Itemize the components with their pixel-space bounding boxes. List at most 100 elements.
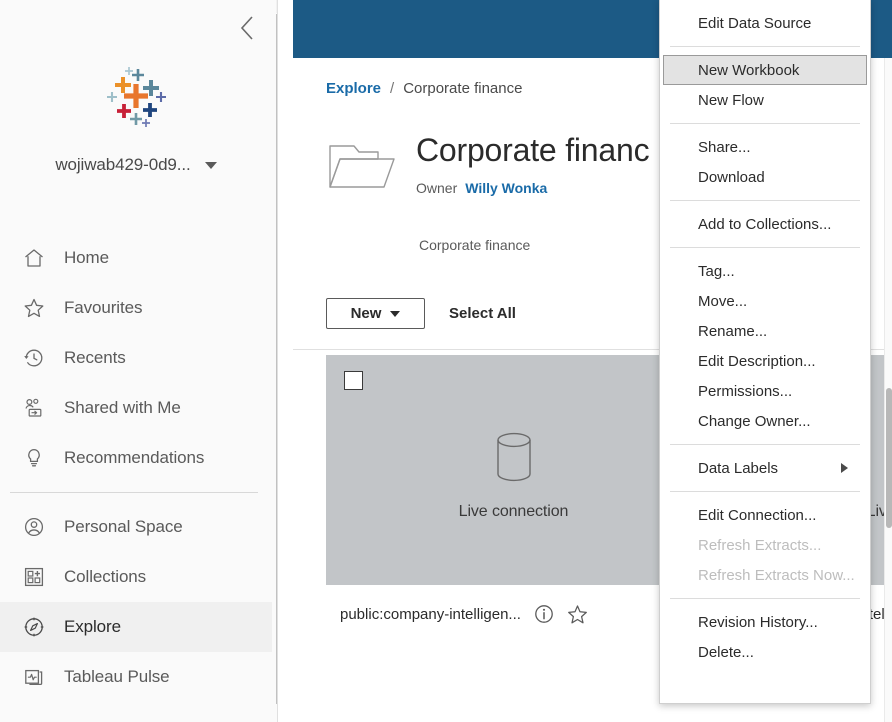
menu-item-refresh-extracts: Refresh Extracts... <box>660 530 870 560</box>
menu-item-label: Delete... <box>698 643 754 661</box>
sidebar-item-explore[interactable]: Explore <box>0 602 272 652</box>
sidebar-item-home[interactable]: Home <box>0 233 272 283</box>
sidebar-item-tableau-pulse[interactable]: Tableau Pulse <box>0 652 272 702</box>
owner-name-link[interactable]: Willy Wonka <box>465 180 547 196</box>
menu-item-download[interactable]: Download <box>660 162 870 192</box>
sidebar-item-favourites[interactable]: Favourites <box>0 283 272 333</box>
menu-separator <box>670 200 860 201</box>
sidebar-item-label: Recents <box>64 348 126 367</box>
menu-item-label: Edit Connection... <box>698 506 817 524</box>
menu-item-label: Share... <box>698 138 751 156</box>
star-outline-icon[interactable] <box>567 603 589 625</box>
menu-item-refresh-extracts-now: Refresh Extracts Now... <box>660 560 870 590</box>
sidebar: wojiwab429-0d9... Home Favourites Recent… <box>0 0 278 722</box>
page-title: Corporate financ <box>416 132 650 168</box>
menu-item-label: Revision History... <box>698 613 818 631</box>
menu-item-new-flow[interactable]: New Flow <box>660 85 870 115</box>
breadcrumb-explore-link[interactable]: Explore <box>326 80 381 97</box>
sidebar-item-label: Personal Space <box>64 517 183 536</box>
card-thumbnail[interactable]: Live connection <box>326 355 701 585</box>
menu-item-new-workbook[interactable]: New Workbook <box>663 55 867 85</box>
sidebar-item-label: Recommendations <box>64 448 205 467</box>
menu-item-add-to-collections[interactable]: Add to Collections... <box>660 209 870 239</box>
chevron-left-icon <box>239 15 255 41</box>
sidebar-item-personal-space[interactable]: Personal Space <box>0 502 272 552</box>
collapse-sidebar-button[interactable] <box>233 14 261 42</box>
person-circle-icon <box>22 515 46 539</box>
sidebar-item-label: Explore <box>64 617 121 636</box>
caret-down-icon <box>390 310 401 317</box>
menu-item-label: Edit Data Source <box>698 14 812 32</box>
menu-separator <box>670 491 860 492</box>
menu-item-label: Data Labels <box>698 459 779 477</box>
project-header: Corporate financ Owner Willy Wonka <box>326 130 650 200</box>
sidebar-item-shared-with-me[interactable]: Shared with Me <box>0 383 272 433</box>
sidebar-item-recents[interactable]: Recents <box>0 333 272 383</box>
select-all-button[interactable]: Select All <box>449 305 516 322</box>
compass-icon <box>22 615 46 639</box>
info-circle-icon[interactable] <box>533 603 555 625</box>
menu-separator <box>670 444 860 445</box>
sidebar-item-label: Home <box>64 248 109 267</box>
menu-item-label: Rename... <box>698 322 768 340</box>
folder-icon <box>326 138 398 200</box>
menu-item-label: Download <box>698 168 765 186</box>
sidebar-divider <box>10 492 258 493</box>
menu-item-edit-description[interactable]: Edit Description... <box>660 346 870 376</box>
tableau-server-page: wojiwab429-0d9... Home Favourites Recent… <box>0 0 892 722</box>
tableau-logo <box>0 62 272 130</box>
menu-item-edit-data-source[interactable]: Edit Data Source <box>660 8 870 38</box>
pulse-stack-icon <box>22 665 46 689</box>
breadcrumb-current: Corporate finance <box>403 80 523 97</box>
project-title-column: Corporate financ Owner Willy Wonka <box>416 130 650 196</box>
menu-item-rename[interactable]: Rename... <box>660 316 870 346</box>
page-scrollbar-thumb[interactable] <box>886 388 892 528</box>
breadcrumb-separator: / <box>390 80 395 97</box>
lightbulb-icon <box>22 446 46 470</box>
menu-item-label: Refresh Extracts... <box>698 536 822 554</box>
menu-item-label: New Workbook <box>698 61 800 79</box>
menu-item-label: Move... <box>698 292 748 310</box>
scroll-up-arrow-icon[interactable] <box>276 0 277 13</box>
site-switcher[interactable]: wojiwab429-0d9... <box>0 155 272 175</box>
menu-item-permissions[interactable]: Permissions... <box>660 376 870 406</box>
sidebar-item-label: Tableau Pulse <box>64 667 170 686</box>
sidebar-item-recommendations[interactable]: Recommendations <box>0 433 272 483</box>
menu-item-data-labels[interactable]: Data Labels <box>660 453 870 483</box>
page-scrollbar[interactable] <box>884 58 892 722</box>
menu-separator <box>670 46 860 47</box>
database-cylinder-icon <box>493 431 535 483</box>
menu-item-label: Refresh Extracts Now... <box>698 566 855 584</box>
collections-grid-icon <box>22 565 46 589</box>
card-checkbox[interactable] <box>344 371 363 390</box>
menu-item-label: New Flow <box>698 91 764 109</box>
card-name[interactable]: public:company-intelligen... <box>340 606 521 623</box>
new-button-label: New <box>350 305 382 322</box>
sidebar-scrollbar-thumb[interactable] <box>276 14 277 704</box>
site-name-label: wojiwab429-0d9... <box>55 155 191 174</box>
menu-item-label: Change Owner... <box>698 412 811 430</box>
clock-back-icon <box>22 346 46 370</box>
shared-users-icon <box>22 396 46 420</box>
context-menu: Edit Data Source New Workbook New Flow Shar… <box>659 0 871 704</box>
sidebar-item-label: Collections <box>64 567 147 586</box>
owner-line: Owner Willy Wonka <box>416 180 649 196</box>
sidebar-item-collections[interactable]: Collections <box>0 552 272 602</box>
menu-item-tag[interactable]: Tag... <box>660 256 870 286</box>
owner-label: Owner <box>416 180 458 196</box>
menu-item-label: Tag... <box>698 262 735 280</box>
menu-item-change-owner[interactable]: Change Owner... <box>660 406 870 436</box>
datasource-card[interactable]: Live connection public:company-intellige… <box>326 355 701 643</box>
menu-item-share[interactable]: Share... <box>660 132 870 162</box>
menu-item-revision-history[interactable]: Revision History... <box>660 607 870 637</box>
new-button[interactable]: New <box>326 298 425 329</box>
menu-item-move[interactable]: Move... <box>660 286 870 316</box>
sidebar-item-label: Shared with Me <box>64 398 181 417</box>
sidebar-scrollbar[interactable] <box>276 0 277 722</box>
caret-right-icon <box>841 463 848 473</box>
menu-item-edit-connection[interactable]: Edit Connection... <box>660 500 870 530</box>
menu-separator <box>670 247 860 248</box>
menu-item-delete[interactable]: Delete... <box>660 637 870 667</box>
menu-item-label: Edit Description... <box>698 352 816 370</box>
menu-separator <box>670 598 860 599</box>
